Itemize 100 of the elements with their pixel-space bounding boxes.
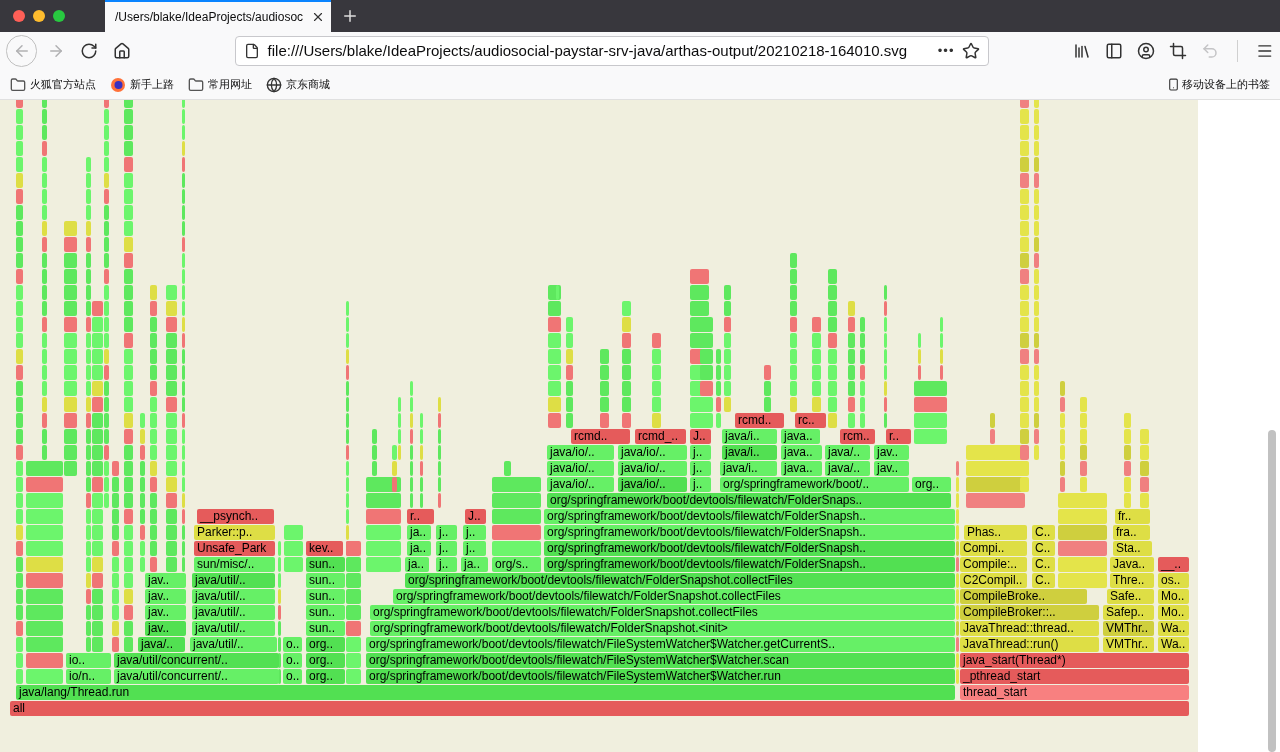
flame-frame[interactable]: j.. [690, 461, 711, 476]
flame-frame[interactable]: org/springframework/boot/devtools/filewatch/FolderSnapsh.. [544, 557, 955, 572]
flame-frame[interactable]: org.. [912, 477, 951, 492]
flame-frame[interactable]: sun/misc/.. [194, 557, 275, 572]
flame-frame[interactable]: jav.. [145, 621, 186, 636]
menu-icon[interactable] [1256, 42, 1274, 60]
flame-frame[interactable]: __.. [1158, 557, 1189, 572]
new-tab-icon[interactable] [341, 7, 359, 25]
flame-frame[interactable]: CompileBroke.. [960, 589, 1087, 604]
flame-frame[interactable]: Compile:.. [960, 557, 1027, 572]
flame-frame[interactable]: io/n.. [66, 669, 111, 684]
scrollbar-thumb[interactable] [1268, 430, 1276, 752]
flame-frame[interactable]: Safep.. [1103, 605, 1154, 620]
maximize-window-icon[interactable] [53, 10, 65, 22]
flame-frame[interactable]: Mo.. [1158, 589, 1189, 604]
sidebar-icon[interactable] [1105, 42, 1124, 60]
flame-frame[interactable]: sun.. [306, 605, 345, 620]
flame-frame[interactable]: CompileBroker::.. [960, 605, 1099, 620]
flame-frame[interactable]: org/springframework/boot/devtools/filewatch/FolderSnapsh.. [544, 509, 955, 524]
flame-frame[interactable]: ja.. [405, 557, 429, 572]
flame-frame[interactable]: ja.. [407, 541, 431, 556]
flame-frame[interactable]: jav.. [145, 605, 186, 620]
flame-frame[interactable]: rcmd.. [571, 429, 630, 444]
flame-frame[interactable]: C.. [1032, 557, 1055, 572]
page-actions-button[interactable]: ••• [937, 41, 955, 61]
flame-frame[interactable]: org/springframework/boot/devtools/filewatch/FolderSnaps.. [547, 493, 951, 508]
bookmark-item[interactable]: 常用网址 [188, 76, 252, 93]
flame-frame[interactable]: r.. [407, 509, 434, 524]
minimize-window-icon[interactable] [33, 10, 45, 22]
flame-frame[interactable]: java/.. [825, 445, 870, 460]
reload-icon[interactable] [80, 42, 99, 60]
flame-frame[interactable]: J.. [690, 429, 711, 444]
bookmark-item[interactable]: 火狐官方站点 [10, 76, 96, 93]
flame-frame[interactable]: java/.. [825, 461, 870, 476]
flame-frame[interactable]: org/springframework/boot/devtools/filewatch/FileSystemWatcher$Watcher.getCurrentS.. [366, 637, 955, 652]
flame-frame[interactable]: java.. [781, 445, 822, 460]
flame-frame[interactable]: j.. [436, 541, 457, 556]
flame-frame[interactable]: J.. [465, 509, 486, 524]
flame-frame[interactable]: java/util/.. [192, 589, 275, 604]
flame-frame[interactable]: sun.. [306, 589, 345, 604]
flame-frame[interactable]: sun.. [306, 557, 345, 572]
flame-frame[interactable]: Java.. [1110, 557, 1154, 572]
flame-frame[interactable]: Unsafe_Park [194, 541, 275, 556]
flame-frame[interactable]: Sta.. [1113, 541, 1152, 556]
flame-frame[interactable]: JavaThread::run() [960, 637, 1099, 652]
flame-frame[interactable]: org.. [306, 653, 345, 668]
flame-frame[interactable]: VMThr.. [1103, 637, 1154, 652]
flame-frame[interactable]: Safe.. [1107, 589, 1154, 604]
flame-frame[interactable]: java_start(Thread*) [960, 653, 1189, 668]
flame-frame[interactable]: sun.. [306, 573, 345, 588]
flame-frame[interactable]: _pthread_start [960, 669, 1189, 684]
crop-icon[interactable] [1169, 42, 1188, 60]
flame-frame[interactable]: io.. [66, 653, 111, 668]
flame-frame[interactable]: Mo.. [1158, 605, 1189, 620]
flame-frame[interactable]: rcmd.. [735, 413, 784, 428]
home-icon[interactable] [113, 42, 132, 60]
flame-frame[interactable]: VMThr.. [1103, 621, 1154, 636]
flame-frame[interactable]: java/i.. [720, 461, 777, 476]
flame-frame[interactable]: java/io/.. [618, 461, 687, 476]
flame-frame[interactable]: thread_start [960, 685, 1189, 700]
flame-frame[interactable]: __psynch.. [197, 509, 274, 524]
flame-frame[interactable]: j.. [690, 445, 711, 460]
flame-frame[interactable]: rcmd_.. [635, 429, 686, 444]
flame-frame[interactable]: java/util/.. [192, 605, 275, 620]
flame-frame[interactable]: kev.. [306, 541, 343, 556]
flame-frame[interactable]: org/springframework/boot/devtools/filewatch/FolderSnapshot.<init> [370, 621, 955, 636]
flame-frame[interactable]: j.. [436, 557, 457, 572]
flame-frame[interactable]: jav.. [874, 445, 909, 460]
flame-frame[interactable]: ja.. [461, 557, 488, 572]
flame-frame[interactable]: jav.. [874, 461, 909, 476]
flame-frame[interactable]: Compi.. [960, 541, 1027, 556]
flame-frame[interactable]: jav.. [145, 589, 186, 604]
url-field[interactable]: file:///Users/blake/IdeaProjects/audiosocial-paystar-srv-java/arthas-output/20210218-164010.svg ••• [234, 36, 990, 66]
flame-frame[interactable]: java/lang/Thread.run [16, 685, 955, 700]
flame-frame[interactable]: os.. [1158, 573, 1189, 588]
flame-frame[interactable]: Wa.. [1158, 621, 1189, 636]
close-window-icon[interactable] [13, 10, 25, 22]
flame-frame[interactable]: j.. [690, 477, 711, 492]
flame-frame[interactable]: org/springframework/boot/devtools/filewatch/FolderSnapsh.. [544, 525, 955, 540]
flame-frame[interactable]: r.. [886, 429, 911, 444]
flame-frame[interactable]: C.. [1032, 573, 1055, 588]
flame-frame[interactable]: org/springframework/boot/devtools/filewatch/FolderSnapshot.collectFiles [393, 589, 955, 604]
flame-frame[interactable]: C.. [1032, 541, 1055, 556]
account-icon[interactable] [1137, 42, 1156, 60]
flame-frame[interactable]: java/util/concurrent/.. [114, 653, 279, 668]
flame-frame[interactable]: org/springframework/boot/devtools/filewatch/FileSystemWatcher$Watcher.scan [366, 653, 955, 668]
flame-frame[interactable]: rcm.. [840, 429, 875, 444]
flame-frame[interactable]: ja.. [407, 525, 431, 540]
flame-frame[interactable]: java/util/.. [190, 637, 277, 652]
flame-frame[interactable]: org/springframework/boot/devtools/filewatch/FileSystemWatcher$Watcher.run [366, 669, 955, 684]
flame-frame[interactable]: j.. [436, 525, 457, 540]
flame-frame[interactable]: o.. [283, 669, 302, 684]
flame-frame[interactable]: org.. [306, 669, 345, 684]
flame-frame[interactable]: rc.. [795, 413, 826, 428]
flame-frame[interactable]: java.. [781, 461, 822, 476]
flame-frame[interactable]: Wa.. [1158, 637, 1189, 652]
star-icon[interactable] [962, 42, 981, 60]
flame-frame[interactable]: o.. [283, 637, 302, 652]
flame-frame[interactable]: fr.. [1115, 509, 1150, 524]
library-icon[interactable] [1073, 42, 1092, 60]
